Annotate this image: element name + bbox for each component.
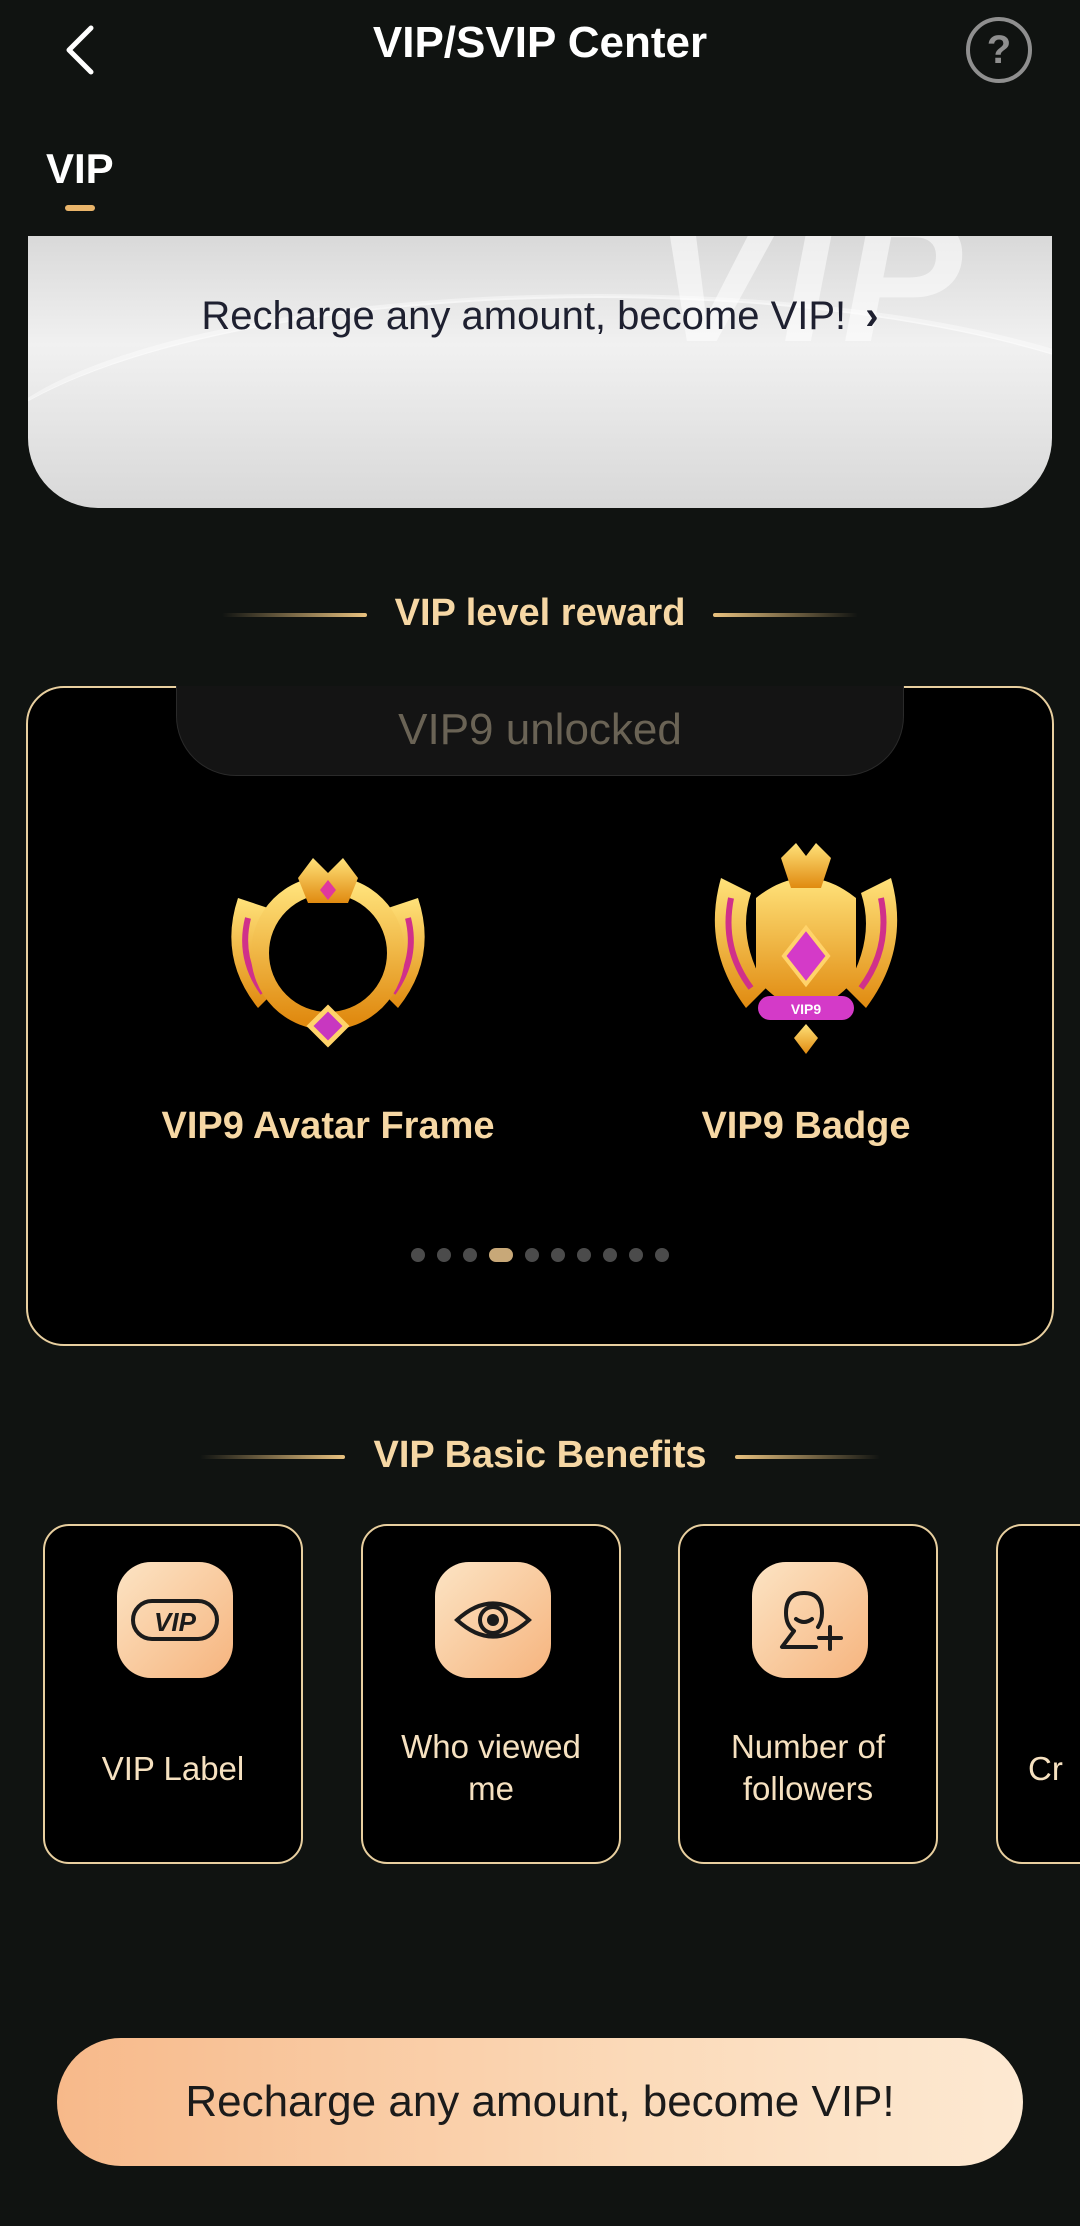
banner-label: Recharge any amount, become VIP!: [201, 294, 847, 338]
pagination-dot[interactable]: [655, 1248, 669, 1262]
benefit-label-line: Who viewed: [401, 1728, 581, 1765]
basic-benefits-title: VIP Basic Benefits: [373, 1434, 707, 1476]
banner-text: Recharge any amount, become VIP! ›: [28, 294, 1052, 339]
vip-label-icon: VIP: [131, 1599, 219, 1641]
benefit-label: Cr: [1028, 1750, 1063, 1787]
benefit-card-vip-label[interactable]: VIP VIP Label: [43, 1524, 303, 1864]
benefit-label: Who viewed me: [373, 1726, 609, 1810]
badge-text: VIP9: [791, 1001, 822, 1017]
pagination-dot[interactable]: [551, 1248, 565, 1262]
chevron-right-icon: ›: [865, 294, 879, 338]
level-reward-title: VIP level reward: [394, 592, 686, 634]
benefit-label: VIP Label: [101, 1750, 245, 1787]
benefit-card-who-viewed-me[interactable]: Who viewed me: [361, 1524, 621, 1864]
pagination-dot[interactable]: [603, 1248, 617, 1262]
help-button[interactable]: ?: [966, 17, 1032, 83]
benefit-card-number-of-followers[interactable]: Number of followers: [678, 1524, 938, 1864]
divider-line: [734, 1454, 880, 1459]
pagination-dot[interactable]: [463, 1248, 477, 1262]
benefit-icon-bg: [435, 1562, 551, 1678]
pagination-dot[interactable]: [577, 1248, 591, 1262]
badge-icon: VIP9: [714, 843, 898, 1054]
question-icon: ?: [986, 27, 1012, 72]
benefit-label-line: followers: [742, 1770, 874, 1807]
reward-label: VIP9 Badge: [701, 1105, 911, 1147]
pagination-dot[interactable]: [437, 1248, 451, 1262]
reward-avatar-frame[interactable]: VIP9 Avatar Frame: [128, 838, 528, 1148]
pagination-dot[interactable]: [411, 1248, 425, 1262]
unlock-status: VIP9 unlocked: [176, 686, 904, 776]
pagination-dot[interactable]: [629, 1248, 643, 1262]
header-bar: VIP/SVIP Center ?: [0, 0, 1080, 100]
pagination-dot[interactable]: [525, 1248, 539, 1262]
tab-vip[interactable]: VIP: [46, 145, 114, 193]
divider-line: [200, 1454, 346, 1459]
pagination-dot-active[interactable]: [489, 1248, 513, 1262]
divider-line: [221, 612, 367, 617]
add-follower-icon: [780, 1591, 843, 1651]
pagination-dots: [28, 1248, 1052, 1262]
benefit-label-line: me: [468, 1770, 514, 1807]
tab-indicator: [65, 205, 95, 211]
benefits-carousel[interactable]: VIP VIP Label Who viewed me Number of fo…: [0, 1524, 1080, 1866]
recharge-cta-button[interactable]: Recharge any amount, become VIP!: [57, 2038, 1023, 2166]
avatar-frame-icon: [231, 858, 425, 1048]
basic-benefits-section-title: VIP Basic Benefits: [0, 1434, 1080, 1477]
vip-banner[interactable]: VIP Recharge any amount, become VIP! ›: [28, 236, 1052, 508]
benefit-label: Number of followers: [690, 1726, 926, 1810]
vip-label-icon-text: VIP: [154, 1607, 197, 1637]
eye-icon: [454, 1601, 532, 1639]
benefit-label-line: Number of: [730, 1728, 886, 1765]
reward-label: VIP9 Avatar Frame: [161, 1105, 495, 1147]
level-reward-section-title: VIP level reward: [0, 592, 1080, 635]
page-title: VIP/SVIP Center: [372, 18, 708, 67]
reward-badge[interactable]: VIP9 VIP9 Badge: [606, 838, 1006, 1148]
benefit-card-partial[interactable]: Cr: [996, 1524, 1080, 1864]
level-reward-card[interactable]: VIP9 unlocked VIP9 Avatar Frame VIP9 VIP…: [26, 686, 1054, 1346]
benefit-icon-bg: VIP: [117, 1562, 233, 1678]
divider-line: [713, 612, 859, 617]
benefit-icon-bg: [752, 1562, 868, 1678]
